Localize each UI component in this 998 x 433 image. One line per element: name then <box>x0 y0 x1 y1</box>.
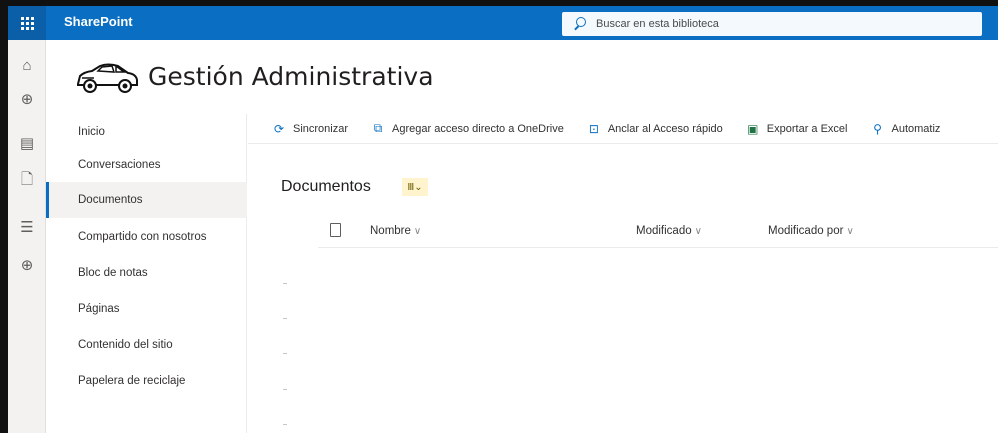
sync-button[interactable]: ⟳ Sincronizar <box>271 122 348 136</box>
search-box[interactable]: Buscar en esta biblioteca <box>562 12 982 36</box>
pin-icon: ⊡ <box>588 121 599 136</box>
nav-item-conversaciones[interactable]: Conversaciones <box>46 147 247 183</box>
suite-bar: SharePoint Buscar en esta biblioteca <box>8 6 998 40</box>
export-excel-button[interactable]: ▣ Exportar a Excel <box>745 121 848 136</box>
row-placeholder <box>283 318 287 319</box>
nav-item-papelera[interactable]: Papelera de reciclaje <box>46 363 247 399</box>
home-icon[interactable]: ⌂ <box>14 52 40 78</box>
column-header-row: Nombre ∨ Modificado ∨ Modificado por ∨ <box>318 222 998 248</box>
search-input[interactable]: Buscar en esta biblioteca <box>596 18 719 30</box>
chevron-down-icon: ∨ <box>846 226 854 237</box>
command-bar: ⟳ Sincronizar ⧉ Agregar acceso directo a… <box>248 114 998 144</box>
nav-item-compartido[interactable]: Compartido con nosotros <box>46 219 247 255</box>
globe-icon[interactable]: ⊕ <box>14 86 40 112</box>
row-placeholder <box>283 283 287 284</box>
nav-item-paginas[interactable]: Páginas <box>46 291 247 327</box>
app-launcher-button[interactable] <box>8 6 46 40</box>
left-navigation: Inicio Conversaciones Documentos Compart… <box>46 114 247 433</box>
app-rail: ⌂ ⊕ ▤ 🗋 ☰ ⊕ <box>8 40 46 433</box>
row-placeholder <box>283 353 287 354</box>
automate-label: Automatiz <box>891 122 941 135</box>
column-modificado-por[interactable]: Modificado por ∨ <box>768 225 854 237</box>
search-icon <box>570 13 592 35</box>
pin-label: Anclar al Acceso rápido <box>607 122 723 135</box>
nav-item-contenido-del-sitio[interactable]: Contenido del sitio <box>46 327 247 363</box>
add-shortcut-button[interactable]: ⧉ Agregar acceso directo a OneDrive <box>370 121 564 136</box>
site-header: Gestión Administrativa <box>46 40 998 114</box>
library-title: Documentos <box>281 178 371 195</box>
row-placeholder <box>283 389 287 390</box>
site-title[interactable]: Gestión Administrativa <box>148 62 434 91</box>
nav-item-documentos[interactable]: Documentos <box>46 182 247 218</box>
car-icon <box>77 63 138 93</box>
shortcut-icon: ⧉ <box>373 121 383 135</box>
export-excel-label: Exportar a Excel <box>766 122 848 135</box>
row-placeholder <box>283 424 287 425</box>
create-icon[interactable]: ⊕ <box>14 252 40 278</box>
chevron-down-icon: ∨ <box>413 226 422 237</box>
waffle-icon <box>20 16 34 30</box>
lists-icon[interactable]: ☰ <box>14 214 40 240</box>
chevron-down-icon: ∨ <box>694 226 702 237</box>
automate-icon: ⚲ <box>873 121 882 136</box>
file-type-icon[interactable] <box>330 223 341 237</box>
column-nombre[interactable]: Nombre ∨ <box>370 225 421 237</box>
nav-item-inicio[interactable]: Inicio <box>46 114 247 150</box>
library-view-icon[interactable]: Ⅲ⌄ <box>402 178 428 196</box>
brand-link[interactable]: SharePoint <box>64 14 133 29</box>
news-icon[interactable]: ▤ <box>14 130 40 156</box>
pin-quick-access-button[interactable]: ⊡ Anclar al Acceso rápido <box>586 122 723 136</box>
excel-icon: ▣ <box>747 121 759 136</box>
automate-button[interactable]: ⚲ Automatiz <box>870 121 941 136</box>
sync-icon: ⟳ <box>273 121 285 136</box>
nav-item-bloc-de-notas[interactable]: Bloc de notas <box>46 255 247 291</box>
sync-label: Sincronizar <box>293 122 349 135</box>
add-shortcut-label: Agregar acceso directo a OneDrive <box>392 122 564 135</box>
column-modificado[interactable]: Modificado ∨ <box>636 225 702 237</box>
file-icon[interactable]: 🗋 <box>14 168 40 194</box>
